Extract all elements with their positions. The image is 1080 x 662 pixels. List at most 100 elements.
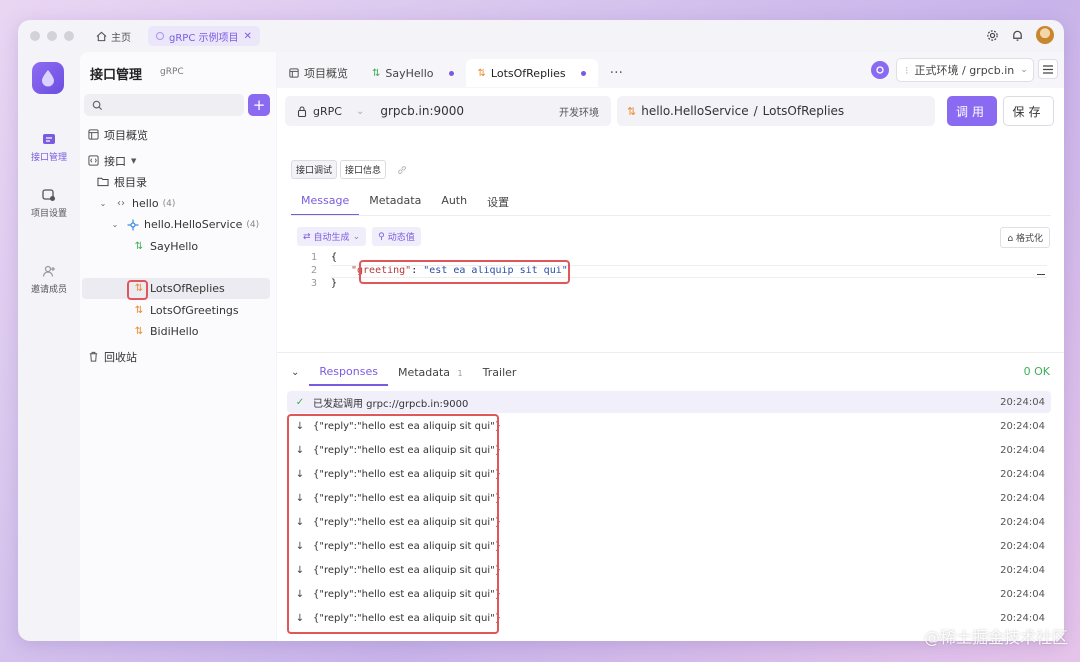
- line-number: 1: [310, 252, 317, 263]
- response-time: 20:24:04: [1000, 396, 1045, 408]
- chevron-down-icon[interactable]: ⌄: [108, 220, 122, 229]
- response-tabs: ⌄ Responses Metadata 1 Trailer: [291, 359, 526, 386]
- stream-icon: ⇅: [477, 67, 486, 79]
- tree-label: 根目录: [114, 175, 147, 189]
- overview-icon: [289, 68, 299, 78]
- unary-icon: ⇅: [372, 67, 381, 79]
- env-icon[interactable]: [871, 61, 889, 79]
- more-tabs-button[interactable]: ···: [598, 59, 635, 87]
- collapse-icon[interactable]: ⌄: [291, 367, 299, 378]
- method-path[interactable]: ⇅ hello.HelloService / LotsOfReplies: [617, 96, 935, 126]
- tree-item-service[interactable]: ⌄ hello.HelloService (4): [108, 214, 296, 235]
- tree-item-bidihello[interactable]: ⇅ BidiHello: [132, 321, 270, 342]
- response-time: 20:24:04: [1000, 588, 1045, 600]
- close-window-button[interactable]: [30, 31, 40, 41]
- message-tabs: Message Metadata Auth 设置: [291, 188, 519, 216]
- code-open-brace: {: [331, 252, 338, 263]
- subtab-info[interactable]: 接口信息: [340, 160, 387, 179]
- tab-trailer[interactable]: Trailer: [473, 360, 527, 385]
- tree-count: (4): [162, 198, 176, 209]
- chevron-down-icon[interactable]: ⌄: [96, 199, 110, 208]
- rail-item-invite[interactable]: 邀请成员: [18, 264, 80, 295]
- protocol-host-bar[interactable]: gRPC ⌄ grpcb.in:9000 开发环境: [285, 96, 611, 126]
- project-tab[interactable]: gRPC 示例项目 ✕: [148, 26, 260, 46]
- dynamic-value-button[interactable]: ⚲ 动态值: [372, 227, 421, 246]
- tree-item-sayhello[interactable]: ⇅ SayHello: [132, 236, 270, 257]
- home-icon: [96, 31, 107, 41]
- api-icon: [43, 134, 55, 144]
- call-button[interactable]: 调用: [947, 96, 997, 126]
- gear-icon[interactable]: [986, 29, 999, 42]
- auto-generate-button[interactable]: ⇄ 自动生成 ⌄: [297, 227, 367, 246]
- list-item[interactable]: ✓ 已发起调用 grpc://grpcb.in:9000 20:24:04: [287, 391, 1051, 413]
- search-input[interactable]: [84, 94, 244, 116]
- home-tab[interactable]: 主页: [96, 26, 131, 46]
- sidebar-item-api[interactable]: 接口 ▼: [86, 150, 274, 171]
- rail-item-api[interactable]: 接口管理: [18, 132, 80, 163]
- highlight-annotation: [359, 260, 570, 284]
- format-label: 格式化: [1015, 234, 1043, 244]
- tab-responses[interactable]: Responses: [309, 359, 388, 386]
- close-tab-icon[interactable]: ✕: [244, 31, 252, 42]
- check-circle-icon: ✓: [295, 396, 305, 408]
- rail-item-label: 接口管理: [30, 153, 67, 163]
- tree-item-hello[interactable]: ⌄ ‹› hello (4): [96, 193, 284, 214]
- subtab-debug[interactable]: 接口调试: [291, 160, 338, 179]
- save-button[interactable]: 保存: [1003, 96, 1054, 126]
- chevron-down-icon[interactable]: ⌄: [356, 106, 364, 117]
- tree-label: 项目概览: [104, 128, 148, 142]
- menu-icon: [1043, 64, 1053, 74]
- rail-item-settings[interactable]: 项目设置: [18, 188, 80, 219]
- trash-icon: [86, 351, 100, 362]
- method-service: hello.HelloService: [641, 104, 749, 118]
- tree-label: 接口: [104, 154, 126, 168]
- tree-item-lotsofreplies[interactable]: ⇅ LotsOfReplies: [82, 278, 270, 299]
- add-user-icon: [42, 265, 55, 277]
- tab-response-metadata[interactable]: Metadata 1: [388, 360, 473, 385]
- tab-settings[interactable]: 设置: [477, 188, 519, 216]
- sidebar-item-trash[interactable]: 回收站: [86, 346, 274, 367]
- tab-message[interactable]: Message: [291, 188, 360, 216]
- chevron-down-icon: ⌄: [352, 231, 361, 242]
- api-icon: [86, 155, 100, 166]
- tab-sayhello[interactable]: ⇅ SayHello: [360, 59, 466, 87]
- host-field[interactable]: grpcb.in:9000: [380, 104, 464, 118]
- sidebar-title: 接口管理: [90, 68, 143, 83]
- highlight-annotation: [287, 414, 499, 634]
- metadata-count: 1: [457, 369, 463, 378]
- titlebar: 主页 gRPC 示例项目 ✕: [18, 20, 1064, 52]
- maximize-window-button[interactable]: [64, 31, 74, 41]
- left-rail: 接口管理 项目设置 邀请成员: [18, 52, 80, 641]
- scroll-marker: [1037, 274, 1045, 275]
- format-button[interactable]: ⌂ 格式化: [1000, 227, 1050, 248]
- tab-lotsofreplies[interactable]: ⇅ LotsOfReplies: [465, 59, 598, 87]
- tab-metadata[interactable]: Metadata: [359, 188, 431, 216]
- auto-generate-label: 自动生成: [313, 233, 350, 243]
- sidebar-badge: gRPC: [160, 67, 184, 77]
- tab-auth[interactable]: Auth: [431, 188, 477, 216]
- link-icon[interactable]: [397, 165, 407, 175]
- chevron-down-icon: ⌄: [1020, 65, 1028, 75]
- tab-label: Metadata: [397, 366, 451, 379]
- caret-down-icon[interactable]: ▼: [131, 157, 136, 165]
- project-tab-label: gRPC 示例项目: [169, 32, 239, 44]
- tree-label: 回收站: [104, 350, 137, 364]
- add-button[interactable]: +: [248, 94, 270, 116]
- response-time: 20:24:04: [1000, 468, 1045, 480]
- tree-label: SayHello: [150, 240, 199, 253]
- minimize-window-button[interactable]: [47, 31, 57, 41]
- tree-count: (4): [246, 219, 260, 230]
- settings-icon: [42, 189, 55, 201]
- bell-icon[interactable]: [1011, 29, 1024, 42]
- protocol-label: gRPC: [313, 104, 342, 118]
- menu-button[interactable]: [1038, 59, 1058, 79]
- avatar[interactable]: [1036, 26, 1054, 44]
- tab-overview[interactable]: 项目概览: [277, 59, 360, 87]
- tree-item-root[interactable]: 根目录: [96, 171, 284, 192]
- sidebar-item-overview[interactable]: 项目概览: [86, 124, 274, 145]
- line-number: 3: [310, 278, 317, 289]
- tree-item-lotsofgreetings[interactable]: ⇅ LotsOfGreetings: [132, 300, 270, 321]
- environment-select[interactable]: ⁝ 正式环境 / grpcb.in ⌄: [896, 58, 1034, 82]
- format-icon: ⌂: [1007, 234, 1014, 244]
- tab-label: LotsOfReplies: [490, 66, 566, 80]
